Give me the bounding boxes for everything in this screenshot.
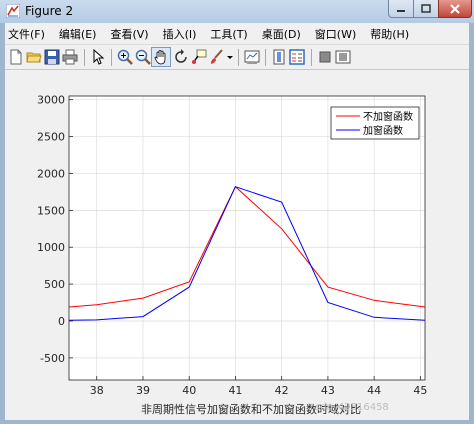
title-bar[interactable]: Figure 2 <box>0 0 474 23</box>
watermark-text: sdn_42316458 <box>315 402 389 413</box>
show-plot-tools-icon[interactable] <box>335 49 351 65</box>
menu-view[interactable]: 查看(V) <box>103 26 155 42</box>
x-tick-label: 38 <box>90 384 104 397</box>
window-title: Figure 2 <box>25 4 74 18</box>
legend-label-series-1: 不加窗函数 <box>363 110 413 123</box>
x-tick-label: 39 <box>136 384 150 397</box>
zoom-out-icon[interactable] <box>135 49 151 65</box>
minimize-button[interactable] <box>388 0 414 18</box>
brush-dropdown-icon[interactable] <box>226 49 234 65</box>
legend-label-series-2: 加窗函数 <box>363 124 403 137</box>
menu-file[interactable]: 文件(F) <box>5 26 52 42</box>
toolbar-separator <box>84 49 85 66</box>
data-cursor-icon[interactable] <box>191 49 207 65</box>
menu-tools[interactable]: 工具(T) <box>203 26 254 42</box>
insert-colorbar-icon[interactable] <box>271 49 287 65</box>
y-tick-label: -500 <box>40 352 65 365</box>
zoom-in-icon[interactable] <box>117 49 133 65</box>
figure-toolbar <box>5 44 469 70</box>
menu-desktop[interactable]: 桌面(D) <box>255 26 308 42</box>
line-chart[interactable]: 38 39 40 41 42 43 44 45 -500 0 500 1000 1500 2000 2500… <box>5 70 469 420</box>
menu-help[interactable]: 帮助(H) <box>363 26 416 42</box>
toolbar-separator <box>311 49 312 66</box>
minimize-icon <box>397 9 405 12</box>
x-tick-label: 45 <box>413 384 427 397</box>
y-tick-label: 1500 <box>37 204 65 217</box>
y-tick-label: 2000 <box>37 167 65 180</box>
x-tick-label: 42 <box>275 384 289 397</box>
print-icon[interactable] <box>62 49 78 65</box>
figure-canvas[interactable]: 38 39 40 41 42 43 44 45 -500 0 500 1000 1500 2000 2500… <box>5 70 469 420</box>
toolbar-separator <box>111 49 112 66</box>
menu-bar: 文件(F) 编辑(E) 查看(V) 插入(I) 工具(T) 桌面(D) 窗口(W… <box>5 23 469 44</box>
y-tick-label: 1000 <box>37 241 65 254</box>
new-file-icon[interactable] <box>8 49 24 65</box>
rotate-3d-icon[interactable] <box>173 49 189 65</box>
close-icon <box>450 3 460 14</box>
menu-edit[interactable]: 编辑(E) <box>52 26 104 42</box>
save-icon[interactable] <box>44 49 60 65</box>
y-tick-label: 2500 <box>37 131 65 144</box>
maximize-icon <box>421 4 431 13</box>
y-tick-label: 0 <box>58 315 65 328</box>
toolbar-separator <box>265 49 266 66</box>
figure-window: Figure 2 文件(F) 编辑(E) 查看(V) 插入(I) 工具(T) 桌… <box>0 0 474 424</box>
x-tick-label: 43 <box>321 384 335 397</box>
menu-insert[interactable]: 插入(I) <box>156 26 204 42</box>
open-folder-icon[interactable] <box>26 49 42 65</box>
toolbar-separator <box>238 49 239 66</box>
close-button[interactable] <box>438 0 472 18</box>
x-tick-label: 44 <box>367 384 381 397</box>
matlab-app-icon <box>6 4 20 18</box>
insert-legend-icon[interactable] <box>289 49 305 65</box>
window-frame-bottom <box>0 420 474 424</box>
maximize-button[interactable] <box>413 0 439 18</box>
link-plot-icon[interactable] <box>244 49 260 65</box>
y-tick-label: 500 <box>44 278 65 291</box>
y-tick-label: 3000 <box>37 94 65 107</box>
pointer-icon[interactable] <box>90 49 106 65</box>
x-tick-label: 41 <box>228 384 242 397</box>
legend[interactable]: 不加窗函数 加窗函数 <box>330 106 420 140</box>
hide-plot-tools-icon[interactable] <box>317 49 333 65</box>
pan-hand-icon[interactable] <box>153 49 169 65</box>
brush-icon[interactable] <box>209 49 225 65</box>
menu-window[interactable]: 窗口(W) <box>308 26 363 42</box>
x-tick-label: 40 <box>182 384 196 397</box>
